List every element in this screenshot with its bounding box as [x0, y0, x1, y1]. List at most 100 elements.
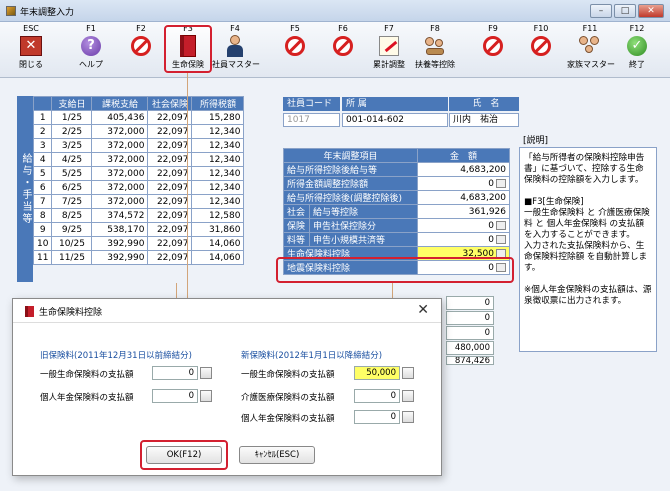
toolbar-label: 社員マスター	[212, 60, 260, 69]
main-window: 年末調整入力 – □ ✕ ESC ✕ 閉じる F1 ? ヘルプ F2 F3 生命…	[0, 0, 670, 491]
new-pension-input[interactable]: 0	[354, 410, 400, 424]
toolbar-label: 家族マスター	[567, 60, 615, 69]
cell-taxable: 372,000	[91, 152, 149, 167]
cell-no: 3	[32, 138, 53, 153]
window-title: 年末調整入力	[20, 8, 75, 18]
disabled-icon	[285, 36, 305, 56]
col-header: 社会保険	[147, 96, 193, 111]
fkey-label: F7	[384, 24, 394, 33]
toolbar-label: 閉じる	[19, 60, 43, 69]
old-pension-label: 個人年金保険料の支払額	[40, 393, 134, 403]
value-input[interactable]: 0	[417, 218, 510, 233]
toolbar-button-f5[interactable]: F5	[272, 24, 318, 74]
calc-button-icon[interactable]	[402, 411, 414, 423]
toolbar-button-f12[interactable]: F12 ✓ 終了	[614, 24, 660, 74]
disabled-icon	[483, 36, 503, 56]
calc-button-icon[interactable]	[402, 367, 414, 379]
cell-social: 22,097	[147, 138, 193, 153]
close-icon[interactable]: ✕	[417, 302, 429, 318]
fkey-label: F10	[533, 24, 549, 33]
cell-taxable: 372,000	[91, 138, 149, 153]
table-row[interactable]: 3 3/25 372,000 22,097 12,340	[32, 138, 245, 153]
calc-button-icon[interactable]	[402, 390, 414, 402]
value-input[interactable]: 0	[417, 176, 510, 191]
toolbar-button-f11[interactable]: F11 家族マスター	[567, 24, 615, 74]
ok-button[interactable]: OK(F12)	[146, 446, 222, 464]
new-general-label: 一般生命保険料の支払額	[241, 370, 335, 380]
cancel-button[interactable]: ｷｬﾝｾﾙ(ESC)	[239, 446, 315, 464]
cell-tax: 12,340	[191, 124, 245, 139]
table-row[interactable]: 9 9/25 538,170 22,097 31,860	[32, 222, 245, 237]
calc-button-icon[interactable]	[200, 367, 212, 379]
year-end-table: 年末調整項目 金 額 給与所得控除後給与等 4,683,200 所得金額調整控除額…	[283, 148, 510, 275]
cell-social: 22,097	[147, 250, 193, 265]
cell-no: 7	[32, 194, 53, 209]
cell-tax: 31,860	[191, 222, 245, 237]
table-row[interactable]: 8 8/25 374,572 22,097 12,580	[32, 208, 245, 223]
description-panel: 「給与所得者の保険料控除申告書」に基づいて、控除する生命保険料の控除額を入力しま…	[519, 147, 657, 352]
cell-social: 22,097	[147, 166, 193, 181]
cell-tax: 12,340	[191, 194, 245, 209]
exit-icon: ✕	[20, 36, 42, 56]
cell-no: 6	[32, 180, 53, 195]
toolbar-button-f6[interactable]: F6	[320, 24, 366, 74]
code-header: 社員コード	[283, 97, 340, 111]
help-icon: ?	[81, 36, 101, 56]
cell-date: 3/25	[51, 138, 93, 153]
table-row[interactable]: 7 7/25 372,000 22,097 12,340	[32, 194, 245, 209]
toolbar-button-f1[interactable]: F1 ? ヘルプ	[68, 24, 114, 74]
maximize-button[interactable]: □	[614, 4, 636, 18]
new-general-input[interactable]: 50,000	[354, 366, 400, 380]
value-input[interactable]: 0	[417, 232, 510, 247]
table-row[interactable]: 11 11/25 392,990 22,097 14,060	[32, 250, 245, 265]
table-row[interactable]: 6 6/25 372,000 22,097 12,340	[32, 180, 245, 195]
table-row[interactable]: 10 10/25 392,990 22,097 14,060	[32, 236, 245, 251]
toolbar-button-f9[interactable]: F9	[470, 24, 516, 74]
cell-no: 5	[32, 166, 53, 181]
cell-tax: 15,280	[191, 110, 245, 125]
toolbar-button-f10[interactable]: F10	[518, 24, 564, 74]
row-label: 申告社保控除分	[309, 218, 418, 233]
old-pension-input[interactable]: 0	[152, 389, 198, 403]
toolbar-button-esc[interactable]: ESC ✕ 閉じる	[8, 24, 54, 74]
table-row[interactable]: 4 4/25 372,000 22,097 12,340	[32, 152, 245, 167]
dept-field: 001-014-602	[342, 113, 448, 127]
cell-taxable: 372,000	[91, 194, 149, 209]
value-cell: 0	[446, 311, 494, 325]
value-cell: 0	[446, 326, 494, 340]
calc-button-icon[interactable]	[200, 390, 212, 402]
cell-no: 9	[32, 222, 53, 237]
cell-social: 22,097	[147, 110, 193, 125]
cell-social: 22,097	[147, 208, 193, 223]
toolbar-button-f7[interactable]: F7 累計調整	[366, 24, 412, 74]
value-cell: 874,426	[446, 356, 494, 365]
old-general-input[interactable]: 0	[152, 366, 198, 380]
new-medical-input[interactable]: 0	[354, 389, 400, 403]
dialog-title-bar: 生命保険料控除 ✕	[13, 299, 441, 323]
table-row[interactable]: 1 1/25 405,436 22,097 15,280	[32, 110, 245, 125]
value-cell: 0	[446, 296, 494, 310]
payroll-table: 支給日 課税支給 社会保険 所得税額 1 1/25 405,436 22,097 15,…	[32, 96, 245, 265]
old-group-label: 旧保険料(2011年12月31日以前締結分)	[40, 351, 192, 361]
fkey-label: F5	[290, 24, 300, 33]
toolbar-button-f8[interactable]: F8 扶養等控除	[412, 24, 458, 74]
group-label: 料等	[283, 232, 310, 247]
employee-code-select[interactable]: 1017	[283, 113, 340, 127]
toolbar-button-f2[interactable]: F2	[118, 24, 164, 74]
table-row[interactable]: 2 2/25 372,000 22,097 12,340	[32, 124, 245, 139]
row-label: 給与等控除	[309, 204, 418, 219]
cell-date: 9/25	[51, 222, 93, 237]
toolbar-button-f4[interactable]: F4 社員マスター	[212, 24, 260, 74]
minimize-button[interactable]: –	[590, 4, 612, 18]
connector-line	[176, 283, 177, 298]
disabled-icon	[333, 36, 353, 56]
table-row[interactable]: 5 5/25 372,000 22,097 12,340	[32, 166, 245, 181]
col-header: 課税支給	[91, 96, 149, 111]
cell-tax: 12,340	[191, 166, 245, 181]
cell-tax: 12,340	[191, 152, 245, 167]
close-button[interactable]: ✕	[638, 4, 664, 18]
cell-date: 10/25	[51, 236, 93, 251]
disabled-icon	[531, 36, 551, 56]
group-label: 社会	[283, 204, 310, 219]
toolbar-label: 扶養等控除	[415, 60, 455, 69]
